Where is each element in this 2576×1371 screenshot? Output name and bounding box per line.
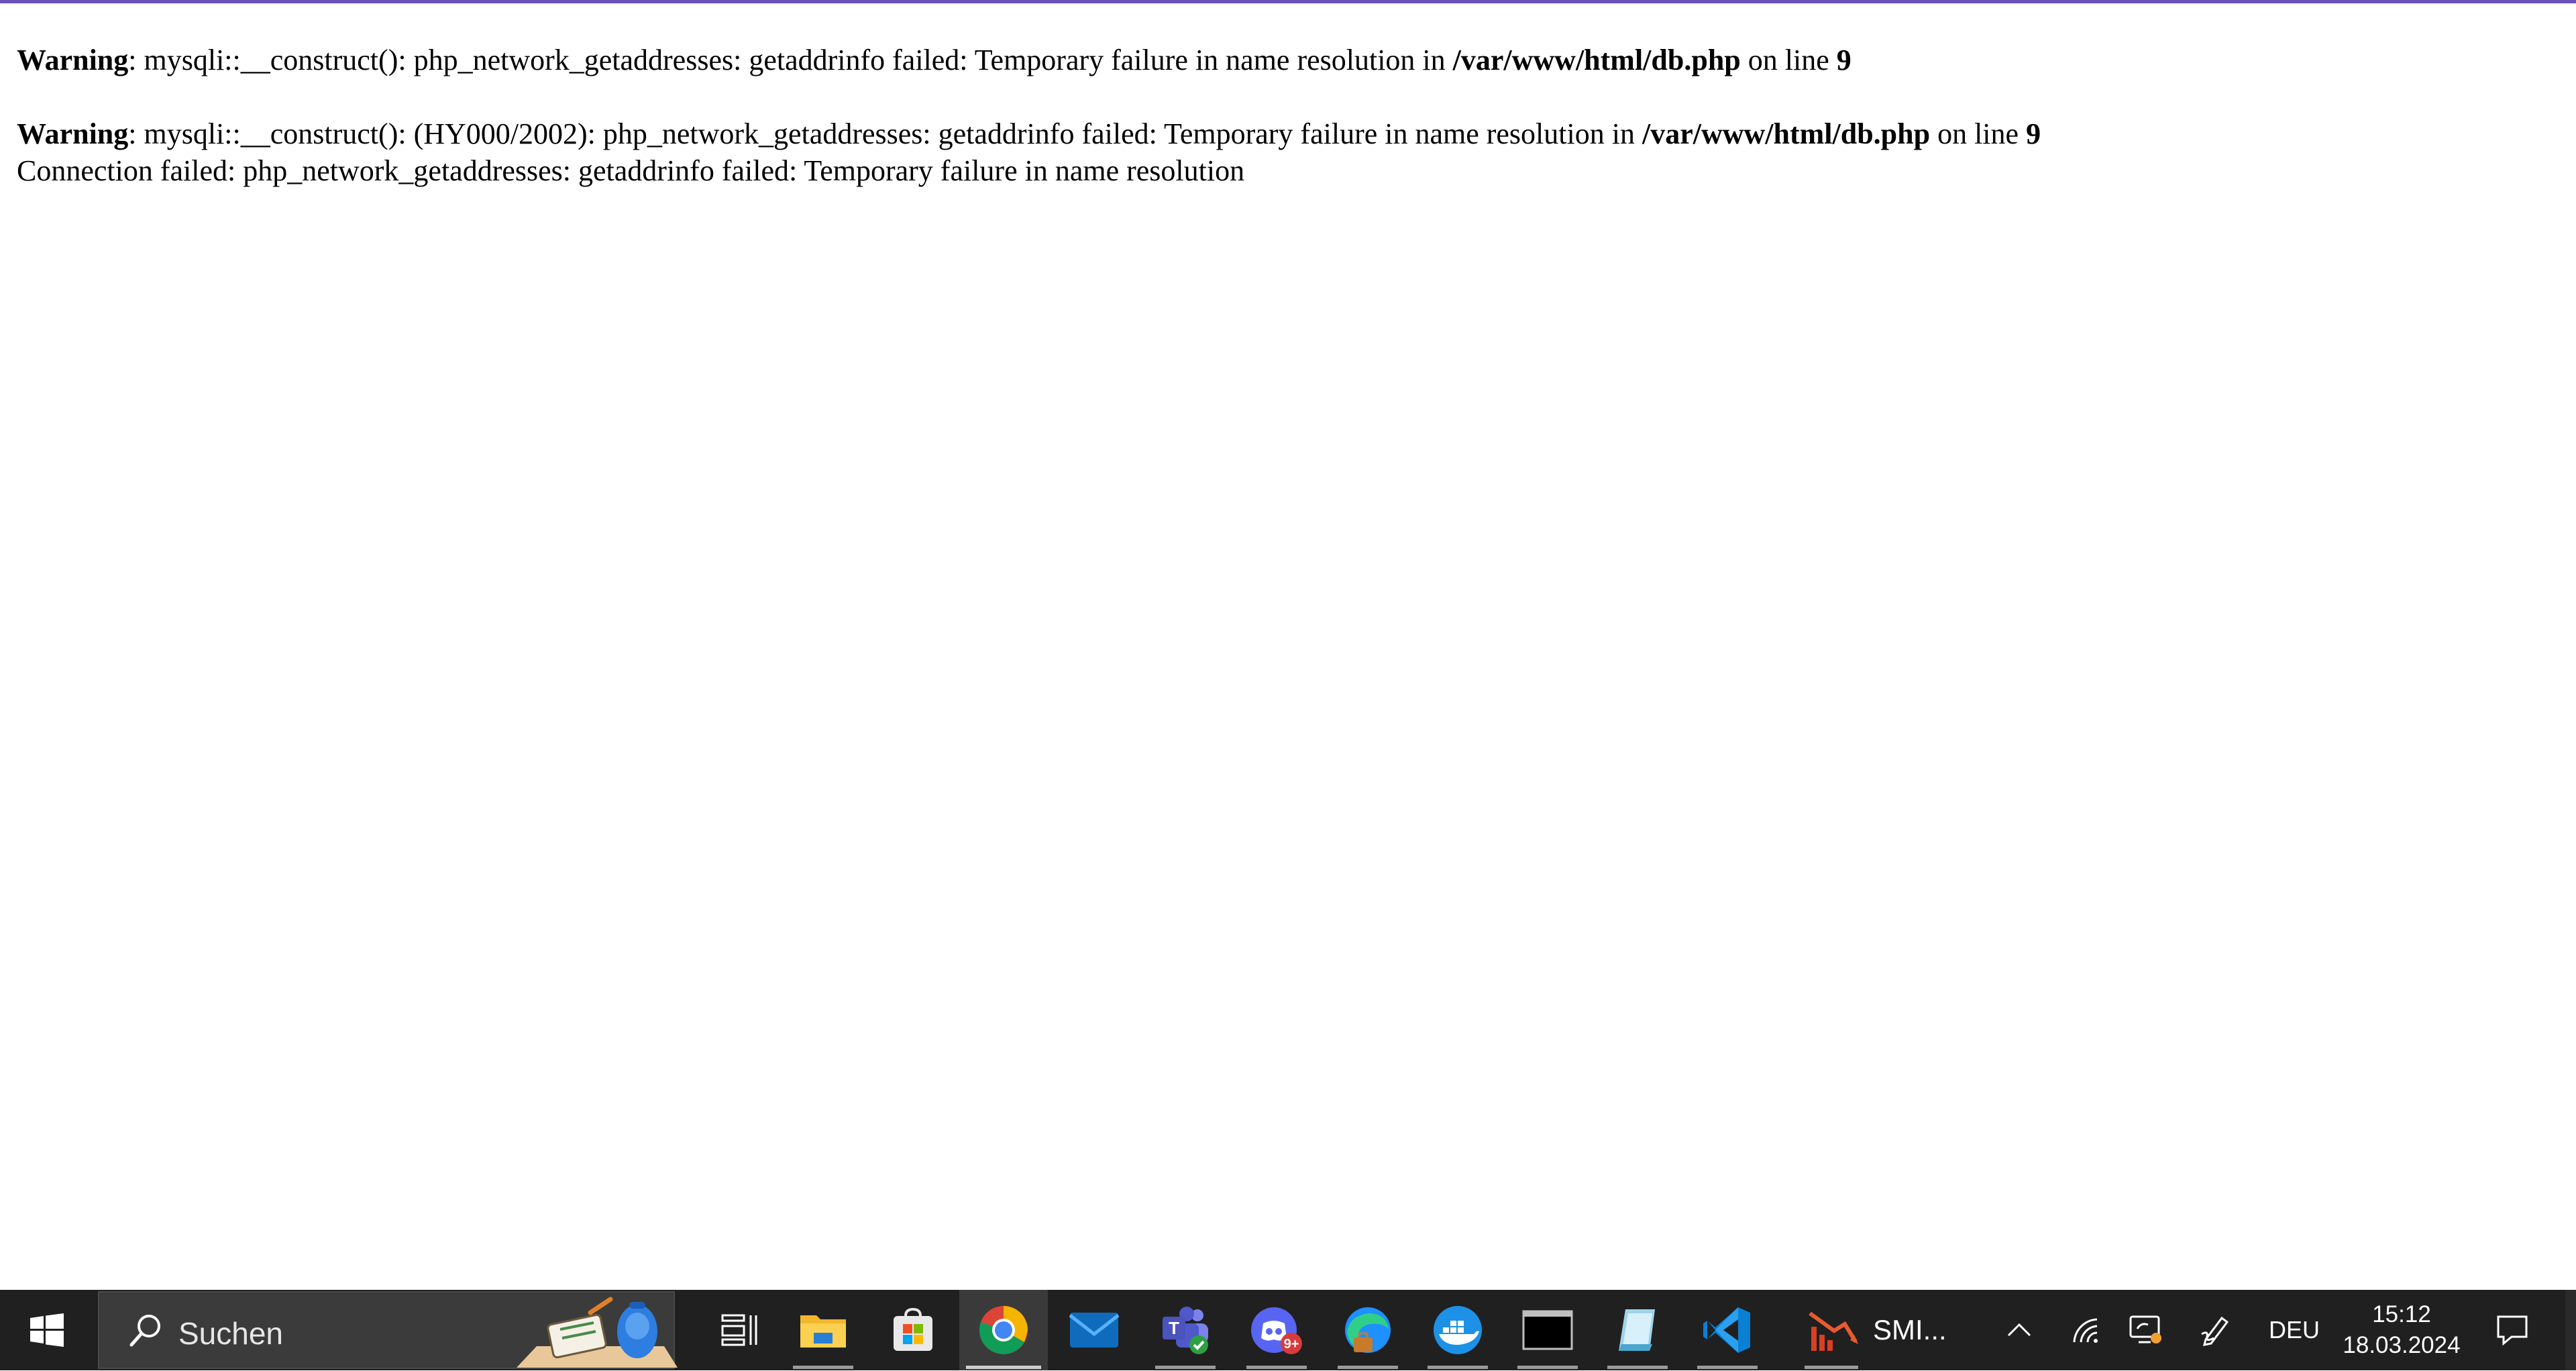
- warning-label: Warning: [17, 117, 129, 150]
- mail-icon: [1069, 1313, 1120, 1348]
- search-highlight-illustration: [510, 1293, 684, 1368]
- microsoft-store-icon: [894, 1307, 932, 1351]
- connection-error-line: Connection failed: php_network_getaddres…: [17, 154, 1245, 187]
- warning-file: /var/www/html/db.php: [1642, 117, 1931, 150]
- warning-label: Warning: [17, 44, 129, 76]
- taskbar-app-mail[interactable]: [1057, 1290, 1131, 1370]
- clock-date: 18.03.2024: [2343, 1332, 2461, 1358]
- pen-tray-button[interactable]: [2195, 1290, 2235, 1370]
- discord-badge: 9+: [1284, 1337, 1299, 1352]
- input-language-button[interactable]: DEU: [2261, 1290, 2328, 1370]
- browser-top-accent-line: [0, 0, 2576, 3]
- taskbar-app-discord[interactable]: 9+: [1240, 1290, 1313, 1370]
- show-desktop-button[interactable]: [2565, 1290, 2576, 1370]
- warning-on-line: on line: [1930, 117, 2027, 150]
- search-placeholder: Suchen: [178, 1316, 284, 1351]
- taskbar-app-terminal[interactable]: [1511, 1290, 1585, 1370]
- page-content: Warning: mysqli::__construct(): php_netw…: [17, 42, 2553, 189]
- show-hidden-icons-button[interactable]: [1999, 1290, 2039, 1370]
- taskbar-app-vscode[interactable]: [1690, 1290, 1764, 1370]
- edge-icon: [1345, 1307, 1391, 1353]
- teams-icon: T: [1163, 1307, 1208, 1354]
- file-explorer-icon: [800, 1315, 846, 1348]
- vscode-icon: [1703, 1307, 1750, 1353]
- docker-icon: [1434, 1306, 1482, 1354]
- taskbar-app-docker[interactable]: [1421, 1290, 1495, 1370]
- taskbar-app-smi[interactable]: SMI...: [1798, 1290, 1959, 1370]
- warning-message: : mysqli::__construct(): php_network_get…: [128, 44, 1453, 76]
- wifi-icon: [2073, 1318, 2098, 1343]
- search-icon: [123, 1310, 166, 1353]
- discord-icon: 9+: [1251, 1307, 1302, 1354]
- warning-line-number: 9: [2026, 117, 2041, 150]
- clock-time: 15:12: [2372, 1301, 2431, 1327]
- warning-file: /var/www/html/db.php: [1452, 44, 1741, 76]
- monitor-alert-icon: [2129, 1315, 2161, 1343]
- warning-message: : mysqli::__construct(): (HY000/2002): p…: [128, 117, 1642, 150]
- warning-line-1: Warning: mysqli::__construct(): php_netw…: [17, 42, 2553, 78]
- taskbar-app-chrome[interactable]: [959, 1290, 1048, 1370]
- chrome-icon: [979, 1306, 1028, 1354]
- smi-app-label: SMI...: [1873, 1314, 1947, 1346]
- smi-app-icon: [1809, 1311, 1858, 1351]
- language-indicator: DEU: [2268, 1316, 2320, 1343]
- taskbar-app-notes[interactable]: [1601, 1290, 1674, 1370]
- notification-center-icon: [2497, 1315, 2528, 1346]
- terminal-icon: [1522, 1310, 1573, 1350]
- taskbar-app-teams[interactable]: T: [1148, 1290, 1222, 1370]
- taskbar-app-edge[interactable]: [1331, 1290, 1405, 1370]
- warning-line-number: 9: [1836, 44, 1851, 76]
- task-view-icon: [721, 1314, 757, 1346]
- task-view-button[interactable]: [703, 1290, 777, 1370]
- notes-icon: [1619, 1309, 1655, 1351]
- warning-line-2: Warning: mysqli::__construct(): (HY000/2…: [17, 115, 2553, 152]
- taskbar-app-microsoft-store[interactable]: [876, 1290, 950, 1370]
- warning-on-line: on line: [1740, 44, 1837, 76]
- notifications-button[interactable]: [2482, 1290, 2542, 1370]
- svg-text:T: T: [1169, 1318, 1179, 1338]
- taskbar: Suchen T 9+ SMI... DEU 15:12 18.03.2024: [0, 1290, 2576, 1370]
- network-tray-button[interactable]: [2065, 1290, 2105, 1370]
- taskbar-app-file-explorer[interactable]: [786, 1290, 860, 1370]
- pen-icon: [2201, 1316, 2229, 1346]
- system-clock[interactable]: 15:12 18.03.2024: [2328, 1299, 2475, 1361]
- chevron-up-icon: [2007, 1323, 2031, 1337]
- windows-logo-icon: [30, 1313, 64, 1347]
- device-tray-button[interactable]: [2125, 1290, 2165, 1370]
- start-button[interactable]: [0, 1290, 94, 1370]
